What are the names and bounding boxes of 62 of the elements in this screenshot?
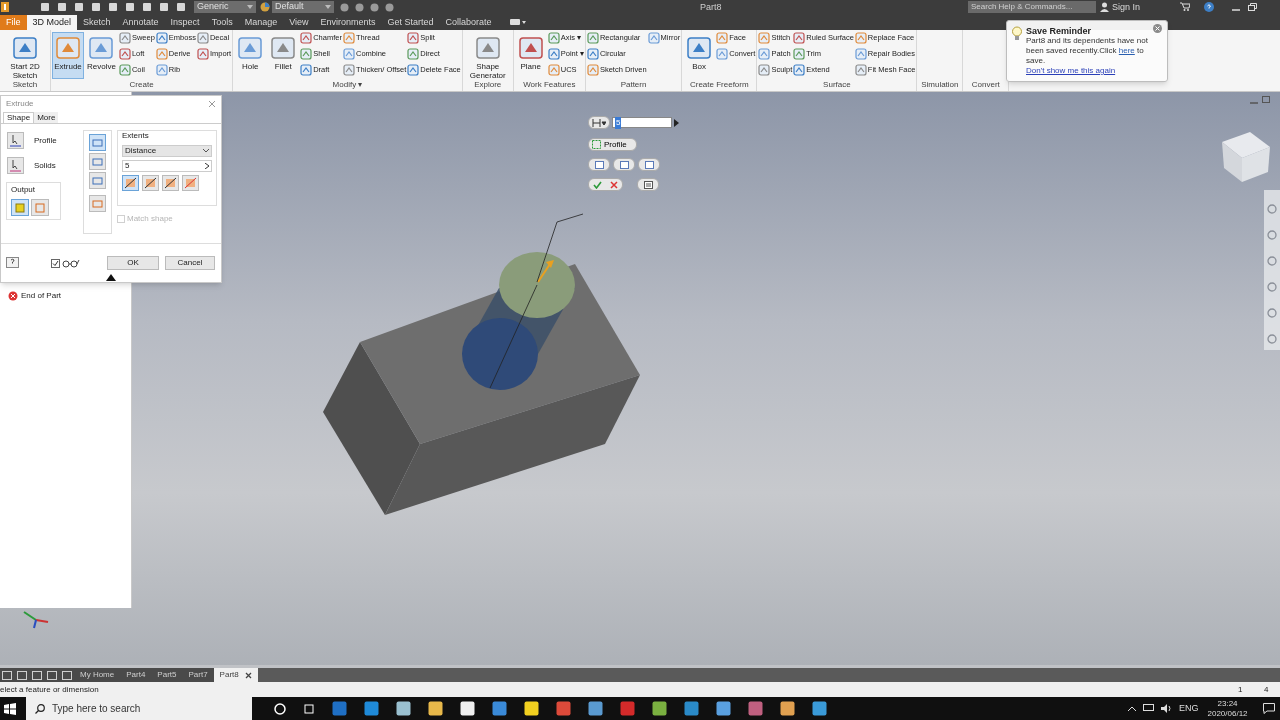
group-label: Sketch bbox=[11, 79, 39, 91]
group-label: Convert bbox=[970, 79, 1001, 91]
extents-dropdown[interactable]: Distance bbox=[122, 145, 212, 157]
extents-label: Extents bbox=[122, 130, 150, 142]
window-title: Part8 bbox=[700, 1, 722, 14]
document-tab[interactable]: My Home bbox=[74, 668, 121, 682]
ribbon-tab[interactable]: Tools bbox=[205, 15, 239, 30]
dialog-tab[interactable]: Shape bbox=[3, 112, 35, 123]
group-label: Pattern bbox=[619, 79, 648, 91]
popup-title: Save Reminder bbox=[1026, 26, 1092, 36]
ribbon-tab[interactable]: 3D Model bbox=[26, 15, 78, 30]
browser-item[interactable]: End of Part bbox=[21, 290, 62, 302]
output-label: Output bbox=[11, 184, 36, 196]
material-dropdown[interactable]: Generic bbox=[194, 1, 256, 13]
reminder-message: Part8 and its dependents have not been saved recently.Click here to save. bbox=[1026, 36, 1149, 66]
search-field[interactable]: Search Help & Commands... bbox=[968, 1, 1096, 13]
ribbon-tab[interactable]: Collaborate bbox=[439, 15, 498, 30]
distance-input-field[interactable]: 5 bbox=[612, 117, 672, 128]
ribbon-tab[interactable]: Get Started bbox=[381, 15, 440, 30]
input-label: Solids bbox=[34, 159, 56, 172]
group-label: Simulation bbox=[920, 79, 960, 91]
input-label: Profile bbox=[34, 134, 57, 147]
group-label: Create Freeform bbox=[688, 79, 750, 91]
ribbon-tab[interactable]: Environments bbox=[314, 15, 382, 30]
ribbon-button[interactable]: Extrude bbox=[52, 32, 84, 79]
dialog-title: Extrude bbox=[6, 98, 34, 110]
dropdown-value: Distance bbox=[125, 145, 157, 157]
group-label: Create bbox=[128, 79, 155, 91]
dialog-tab[interactable]: More bbox=[34, 112, 59, 123]
sign-in-link[interactable]: Sign In bbox=[1112, 1, 1141, 15]
ribbon-tab[interactable]: Annotate bbox=[116, 15, 165, 30]
status-count: 1 bbox=[1238, 683, 1243, 696]
checkbox-label: Match shape bbox=[127, 213, 173, 225]
distance-field[interactable]: 5 bbox=[122, 160, 212, 172]
clock-date[interactable]: 2020/06/12 bbox=[1207, 708, 1248, 719]
clock-time[interactable]: 23:24 bbox=[1217, 698, 1238, 709]
appearance-dropdown[interactable]: Default bbox=[272, 1, 334, 13]
cancel-button[interactable]: Cancel bbox=[165, 256, 215, 270]
document-tab[interactable]: Part4 bbox=[120, 668, 152, 682]
group-label: Work Features bbox=[522, 79, 577, 91]
group-label: Explore bbox=[473, 79, 503, 91]
profile-button[interactable]: Profile bbox=[588, 138, 637, 151]
ribbon-tab[interactable]: View bbox=[283, 15, 315, 30]
here-link[interactable]: here bbox=[1118, 46, 1135, 55]
ribbon-tab[interactable]: Sketch bbox=[77, 15, 117, 30]
document-tab[interactable]: Part5 bbox=[151, 668, 183, 682]
ok-button[interactable]: OK bbox=[107, 256, 159, 270]
taskbar-search-field[interactable]: Type here to search bbox=[26, 697, 252, 720]
language-indicator[interactable]: ENG bbox=[1179, 701, 1199, 716]
status-message: elect a feature or dimension bbox=[0, 683, 99, 696]
ribbon-tab[interactable]: Manage bbox=[238, 15, 284, 30]
group-label: Modify ▾ bbox=[331, 79, 364, 91]
document-tab[interactable]: Part8 bbox=[213, 668, 258, 682]
ribbon-tab[interactable]: Inspect bbox=[164, 15, 206, 30]
document-tab[interactable]: Part7 bbox=[182, 668, 214, 682]
appearance-value: Default bbox=[275, 0, 304, 14]
status-count: 4 bbox=[1264, 683, 1269, 696]
material-value: Generic bbox=[197, 0, 229, 14]
group-label: Surface bbox=[822, 79, 852, 91]
field-value: 5 bbox=[125, 160, 130, 172]
field-value: 5 bbox=[615, 116, 622, 129]
dont-show-link[interactable]: Don't show me this again bbox=[1026, 66, 1158, 76]
